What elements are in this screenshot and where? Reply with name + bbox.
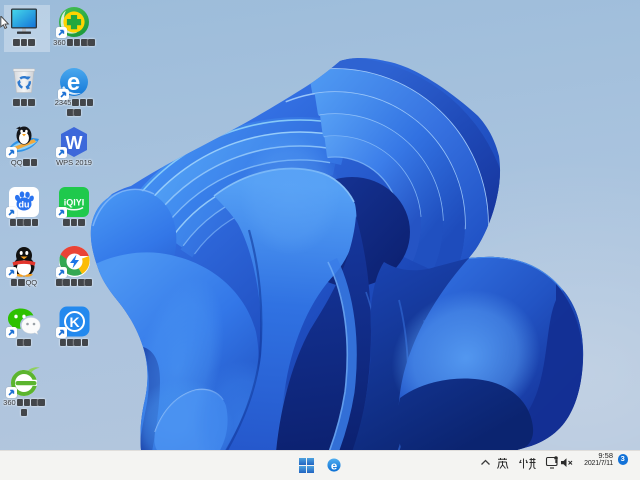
svg-text:e: e xyxy=(331,460,337,472)
svg-text:K: K xyxy=(69,314,79,330)
svg-text:iQIYI: iQIYI xyxy=(64,197,85,207)
svg-text:du: du xyxy=(19,199,30,209)
svg-text:W: W xyxy=(66,133,83,153)
